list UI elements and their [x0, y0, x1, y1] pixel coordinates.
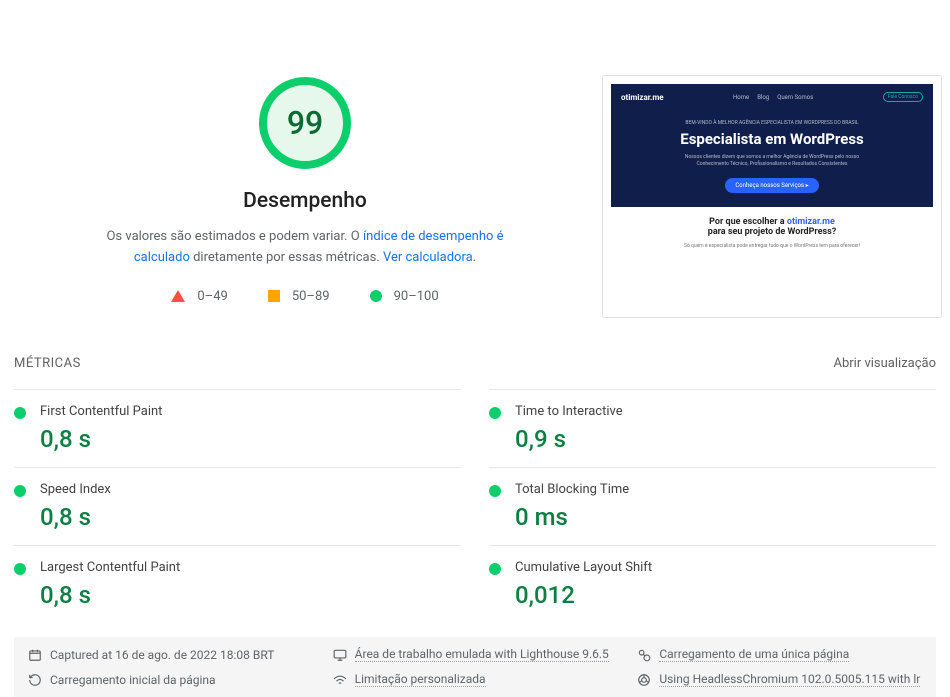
metric-value: 0,9 s [515, 425, 936, 453]
mock-nav-item: Quem Somos [777, 94, 813, 101]
mock-nav-item: Blog [757, 94, 769, 101]
mock-sub: BEM-VINDO À MELHOR AGÊNCIA ESPECIALISTA … [621, 120, 923, 126]
metric-si[interactable]: Speed Index 0,8 s [14, 467, 461, 545]
mock-h2a: Por que escolher a [709, 217, 787, 227]
metric-value: 0,8 s [40, 581, 461, 609]
metric-name: Largest Contentful Paint [40, 560, 461, 575]
legend-fail-label: 0–49 [197, 289, 227, 304]
metric-value: 0,8 s [40, 503, 461, 531]
legend-average: 50–89 [268, 289, 330, 304]
calculator-link[interactable]: Ver calculadora [383, 250, 473, 265]
legend-fail: 0–49 [171, 289, 227, 304]
footer-meta: Captured at 16 de ago. de 2022 18:08 BRT… [14, 637, 936, 697]
expand-view-link[interactable]: Abrir visualização [833, 356, 936, 371]
top-section: 99 Desempenho Os valores são estimados e… [0, 0, 950, 348]
metrics-title: MÉTRICAS [14, 356, 81, 371]
pass-dot-icon [489, 485, 501, 497]
disclaimer-middle: diretamente por essas métricas. [190, 250, 383, 265]
footer-captured-text: Captured at 16 de ago. de 2022 18:08 BRT [50, 648, 274, 662]
metrics-grid: First Contentful Paint 0,8 s Time to Int… [0, 389, 950, 623]
metric-tti[interactable]: Time to Interactive 0,9 s [489, 389, 936, 467]
mock-brand: otimizar.me [621, 93, 664, 102]
score-legend: 0–49 50–89 90–100 [171, 289, 438, 304]
legend-pass-label: 90–100 [394, 289, 439, 304]
desktop-icon [333, 648, 347, 662]
disclaimer-text: Os valores são estimados e podem variar.… [95, 227, 515, 269]
mock-h2b: para seu projeto de WordPress? [621, 227, 923, 237]
metric-value: 0,8 s [40, 425, 461, 453]
footer-emulated[interactable]: Área de trabalho emulada with Lighthouse… [333, 647, 618, 662]
pass-dot-icon [14, 485, 26, 497]
gauge-score: 99 [257, 75, 353, 171]
pass-dot-icon [489, 563, 501, 575]
lighthouse-report: 99 Desempenho Os valores são estimados e… [0, 0, 950, 697]
mock-hero: otimizar.me Home Blog Quem Somos Fale Co… [611, 84, 933, 207]
mock-small: Só quem é especialista pode entregar tud… [621, 243, 923, 249]
metric-name: Total Blocking Time [515, 482, 936, 497]
footer-emulated-text: Área de trabalho emulada with Lighthouse… [355, 647, 609, 662]
metric-fcp[interactable]: First Contentful Paint 0,8 s [14, 389, 461, 467]
timer-icon [637, 648, 651, 662]
metric-value: 0 ms [515, 503, 936, 531]
legend-avg-label: 50–89 [292, 289, 330, 304]
mock-desc: Nossos clientes dizem que somos a melhor… [672, 154, 872, 168]
screenshot-panel: otimizar.me Home Blog Quem Somos Fale Co… [602, 20, 942, 318]
category-title: Desempenho [243, 189, 367, 213]
metric-name: Cumulative Layout Shift [515, 560, 936, 575]
disclaimer-suffix: . [473, 250, 476, 265]
triangle-icon [171, 290, 185, 302]
pass-dot-icon [14, 563, 26, 575]
legend-pass: 90–100 [370, 289, 439, 304]
mock-h1: Especialista em WordPress [621, 130, 923, 148]
metric-name: Time to Interactive [515, 404, 936, 419]
square-icon [268, 290, 280, 302]
footer-single-load-text: Carregamento de uma única página [659, 647, 849, 662]
footer-single-load[interactable]: Carregamento de uma única página [637, 647, 922, 662]
mock-nav-btn: Fale Conosco [883, 92, 923, 102]
metric-value: 0,012 [515, 581, 936, 609]
metrics-header: MÉTRICAS Abrir visualização [0, 348, 950, 389]
footer-captured: Captured at 16 de ago. de 2022 18:08 BRT [28, 647, 313, 662]
metric-name: Speed Index [40, 482, 461, 497]
metric-lcp[interactable]: Largest Contentful Paint 0,8 s [14, 545, 461, 623]
mock-h2brand: otimizar.me [787, 217, 835, 227]
circle-icon [370, 290, 382, 302]
mock-lower: Por que escolher a otimizar.me para seu … [611, 207, 933, 259]
metric-name: First Contentful Paint [40, 404, 461, 419]
page-screenshot[interactable]: otimizar.me Home Blog Quem Somos Fale Co… [602, 75, 942, 318]
calendar-icon [28, 648, 42, 662]
pass-dot-icon [489, 407, 501, 419]
mock-nav-item: Home [733, 94, 749, 101]
gauge-panel: 99 Desempenho Os valores são estimados e… [8, 20, 602, 318]
performance-gauge[interactable]: 99 [257, 75, 353, 171]
mock-cta: Conheça nossos Serviços ▸ [725, 178, 818, 193]
pass-dot-icon [14, 407, 26, 419]
mock-page: otimizar.me Home Blog Quem Somos Fale Co… [611, 84, 933, 309]
disclaimer-prefix: Os valores são estimados e podem variar.… [106, 229, 362, 244]
metric-tbt[interactable]: Total Blocking Time 0 ms [489, 467, 936, 545]
metric-cls[interactable]: Cumulative Layout Shift 0,012 [489, 545, 936, 623]
